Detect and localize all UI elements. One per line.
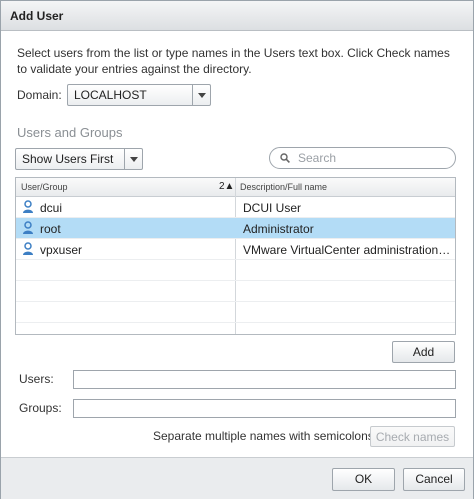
table-row[interactable]: vpxuser VMware VirtualCenter administrat… [16, 239, 455, 260]
domain-select-value: LOCALHOST [74, 88, 147, 102]
user-icon [23, 221, 33, 234]
users-groups-grid: User/Group 2▲ Description/Full name dcui… [15, 177, 456, 335]
dialog-title: Add User [10, 9, 64, 23]
domain-label: Domain: [17, 88, 62, 102]
dialog-footer: OK Cancel [1, 457, 473, 499]
users-label: Users: [19, 372, 54, 386]
semicolon-hint: Separate multiple names with semicolons [153, 429, 374, 443]
user-icon [23, 200, 33, 213]
row-description: Administrator [243, 222, 314, 236]
domain-select[interactable]: LOCALHOST [67, 84, 211, 106]
column-header-description[interactable]: Description/Full name [240, 182, 327, 192]
empty-row [16, 302, 455, 323]
table-row-selected[interactable]: root Administrator [16, 218, 455, 239]
sort-indicator[interactable]: 2▲ [219, 181, 234, 192]
table-row[interactable]: dcui DCUI User [16, 197, 455, 218]
instructions-text: Select users from the list or type names… [17, 46, 450, 76]
row-description: DCUI User [243, 201, 302, 215]
row-user-name: root [40, 222, 61, 236]
chevron-down-icon[interactable] [124, 149, 142, 169]
row-user-name: vpxuser [40, 243, 83, 257]
chevron-down-icon[interactable] [192, 85, 210, 105]
column-header-user-group[interactable]: User/Group [21, 182, 68, 192]
filter-select-value: Show Users First [22, 152, 114, 166]
search-icon [280, 153, 290, 163]
dialog-titlebar[interactable]: Add User [1, 1, 473, 31]
add-button[interactable]: Add [392, 341, 455, 363]
row-description: VMware VirtualCenter administration acco… [243, 243, 453, 257]
add-user-dialog: Add User Select users from the list or t… [0, 0, 474, 499]
groups-label: Groups: [19, 401, 62, 415]
user-icon [23, 242, 33, 255]
check-names-button[interactable]: Check names [370, 426, 455, 447]
empty-row [16, 281, 455, 302]
users-field[interactable] [73, 370, 456, 389]
show-users-first-select[interactable]: Show Users First [15, 148, 143, 170]
cancel-button[interactable]: Cancel [403, 468, 465, 491]
row-user-name: dcui [40, 201, 63, 215]
search-input[interactable] [298, 150, 448, 166]
ok-button[interactable]: OK [332, 468, 395, 491]
users-groups-heading: Users and Groups [17, 125, 123, 140]
search-box[interactable] [269, 147, 456, 169]
empty-row [16, 260, 455, 281]
groups-field[interactable] [73, 399, 456, 418]
